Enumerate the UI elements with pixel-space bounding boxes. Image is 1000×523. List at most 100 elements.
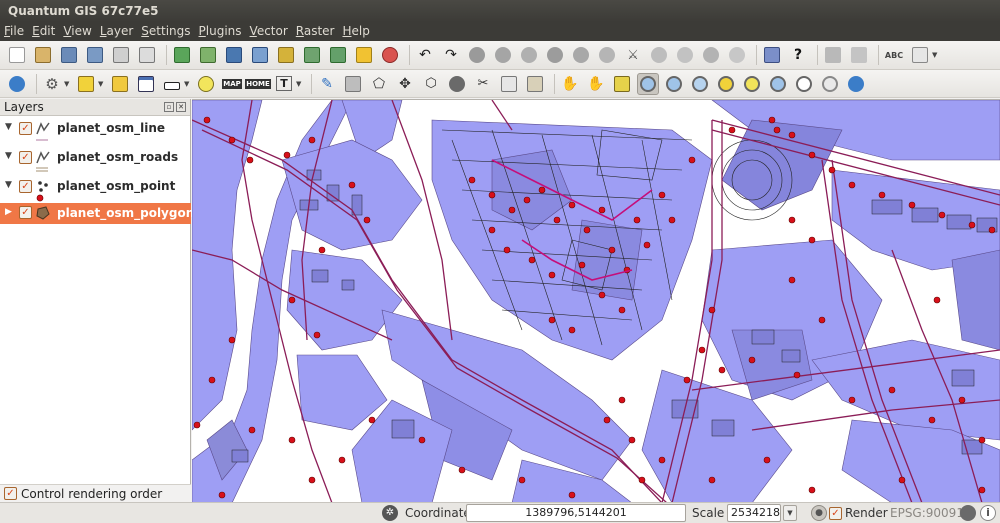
- expander-icon[interactable]: ▼: [5, 151, 12, 161]
- raster-stretch-button[interactable]: [848, 44, 870, 66]
- dropdown-arrow-icon[interactable]: ▼: [64, 80, 72, 88]
- stop-rendering-icon[interactable]: ●: [811, 505, 827, 521]
- map-render[interactable]: [192, 100, 1000, 502]
- redo-button[interactable]: ↷: [440, 44, 462, 66]
- zoom-last-button[interactable]: [767, 73, 789, 95]
- add-ring-button[interactable]: [518, 44, 540, 66]
- menu-view[interactable]: View: [59, 22, 95, 41]
- expander-icon[interactable]: ▶: [5, 207, 12, 217]
- menu-layer[interactable]: Layer: [96, 22, 137, 41]
- expander-icon[interactable]: ▼: [5, 180, 12, 190]
- zoom-layer-button[interactable]: [715, 73, 737, 95]
- zoom-next-button[interactable]: [793, 73, 815, 95]
- layer-visibility-checkbox[interactable]: ✓: [19, 151, 32, 164]
- cut-features-button[interactable]: ✂: [472, 73, 494, 95]
- add-part-button[interactable]: [544, 44, 566, 66]
- add-vector-layer-button[interactable]: [171, 44, 193, 66]
- plugin-tool-button[interactable]: [761, 44, 783, 66]
- pan-to-selection-button[interactable]: ✋: [585, 73, 607, 95]
- map-canvas[interactable]: [192, 99, 1000, 502]
- print-button[interactable]: [136, 44, 158, 66]
- remove-layer-button[interactable]: [379, 44, 401, 66]
- scale-field[interactable]: 25342185: [727, 504, 781, 522]
- mouse-coordinate-icon[interactable]: ✲: [382, 505, 398, 521]
- dropdown-arrow-icon[interactable]: ▼: [932, 51, 940, 59]
- undo-button[interactable]: ↶: [414, 44, 436, 66]
- zoom-full-button[interactable]: [611, 73, 633, 95]
- menu-edit[interactable]: Edit: [28, 22, 59, 41]
- save-project-button[interactable]: [58, 44, 80, 66]
- copy-features-button[interactable]: [498, 73, 520, 95]
- deselect-button[interactable]: [109, 73, 131, 95]
- close-panel-button[interactable]: ✕: [176, 102, 186, 112]
- zoom-native-button[interactable]: [689, 73, 711, 95]
- new-project-button[interactable]: [6, 44, 28, 66]
- text-annotation-button[interactable]: T: [273, 73, 295, 95]
- dropdown-arrow-icon[interactable]: ▼: [184, 80, 192, 88]
- split-features-button[interactable]: ⚔: [622, 44, 644, 66]
- move-feature-button[interactable]: ✥: [394, 73, 416, 95]
- delete-selected-button[interactable]: [446, 73, 468, 95]
- messages-icon[interactable]: [960, 505, 976, 521]
- layer-visibility-checkbox[interactable]: ✓: [19, 122, 32, 135]
- gps-button[interactable]: [6, 73, 28, 95]
- node-tool-button[interactable]: ⬡: [420, 73, 442, 95]
- print-composer-button[interactable]: [110, 44, 132, 66]
- map-tips-button[interactable]: [195, 73, 217, 95]
- render-checkbox[interactable]: ✓: [829, 507, 842, 520]
- settings-button[interactable]: ⚙: [41, 73, 63, 95]
- zoom-selection-button[interactable]: [741, 73, 763, 95]
- label-settings-button[interactable]: ABC: [883, 44, 905, 66]
- add-feature-button[interactable]: ⬠: [368, 73, 390, 95]
- expander-icon[interactable]: ▼: [5, 122, 12, 132]
- new-bookmark-button[interactable]: MAP: [221, 73, 243, 95]
- zoom-in-button[interactable]: [637, 72, 659, 95]
- simplify-button[interactable]: [492, 44, 514, 66]
- raster-histogram-button[interactable]: [822, 44, 844, 66]
- show-bookmarks-button[interactable]: HOME: [245, 73, 271, 95]
- rotate-point-button[interactable]: [700, 44, 722, 66]
- offset-curve-button[interactable]: [674, 44, 696, 66]
- save-edits-button[interactable]: [342, 73, 364, 95]
- menu-file[interactable]: File: [0, 22, 28, 41]
- layer-visibility-checkbox[interactable]: ✓: [19, 206, 32, 219]
- refresh-button[interactable]: [845, 73, 867, 95]
- toggle-editing-button[interactable]: ✎: [316, 73, 338, 95]
- layer-item-planet-osm-point[interactable]: ▼ ✓ planet_osm_point: [0, 174, 191, 203]
- reshape-button[interactable]: [596, 44, 618, 66]
- identify-button[interactable]: [819, 73, 841, 95]
- float-panel-button[interactable]: ▫: [164, 102, 174, 112]
- new-shapefile-button[interactable]: [353, 44, 375, 66]
- dropdown-arrow-icon[interactable]: ▼: [296, 80, 304, 88]
- menu-settings[interactable]: Settings: [137, 22, 194, 41]
- layer-item-planet-osm-line[interactable]: ▼ ✓ planet_osm_line: [0, 116, 191, 145]
- save-as-button[interactable]: [84, 44, 106, 66]
- merge-features-button[interactable]: [648, 44, 670, 66]
- layer-item-planet-osm-polygon[interactable]: ▶ ✓ planet_osm_polygon: [0, 203, 194, 224]
- menu-help[interactable]: Help: [339, 22, 374, 41]
- coordinate-field[interactable]: 1389796,5144201: [466, 504, 686, 522]
- info-icon[interactable]: i: [980, 505, 996, 521]
- digitize-point-button[interactable]: [466, 44, 488, 66]
- measure-button[interactable]: [161, 73, 183, 95]
- zoom-out-button[interactable]: [663, 73, 685, 95]
- add-postgis-layer-button[interactable]: [223, 44, 245, 66]
- add-spatialite-layer-button[interactable]: [249, 44, 271, 66]
- dropdown-arrow-icon[interactable]: ▼: [98, 80, 106, 88]
- menu-raster[interactable]: Raster: [292, 22, 339, 41]
- pan-map-button[interactable]: ✋: [559, 73, 581, 95]
- layer-item-planet-osm-roads[interactable]: ▼ ✓ planet_osm_roads: [0, 145, 191, 174]
- scale-dropdown-arrow-icon[interactable]: ▼: [783, 505, 797, 521]
- layer-visibility-checkbox[interactable]: ✓: [19, 180, 32, 193]
- select-features-button[interactable]: [75, 73, 97, 95]
- pin-labels-button[interactable]: [909, 44, 931, 66]
- menu-plugins[interactable]: Plugins: [195, 22, 246, 41]
- control-rendering-order-checkbox[interactable]: ✓: [4, 487, 17, 500]
- add-mssql-layer-button[interactable]: [275, 44, 297, 66]
- label-tool-button[interactable]: [726, 44, 748, 66]
- delete-ring-button[interactable]: [570, 44, 592, 66]
- paste-features-button[interactable]: [524, 73, 546, 95]
- open-project-button[interactable]: [32, 44, 54, 66]
- attribute-table-button[interactable]: [135, 73, 157, 95]
- add-raster-layer-button[interactable]: [197, 44, 219, 66]
